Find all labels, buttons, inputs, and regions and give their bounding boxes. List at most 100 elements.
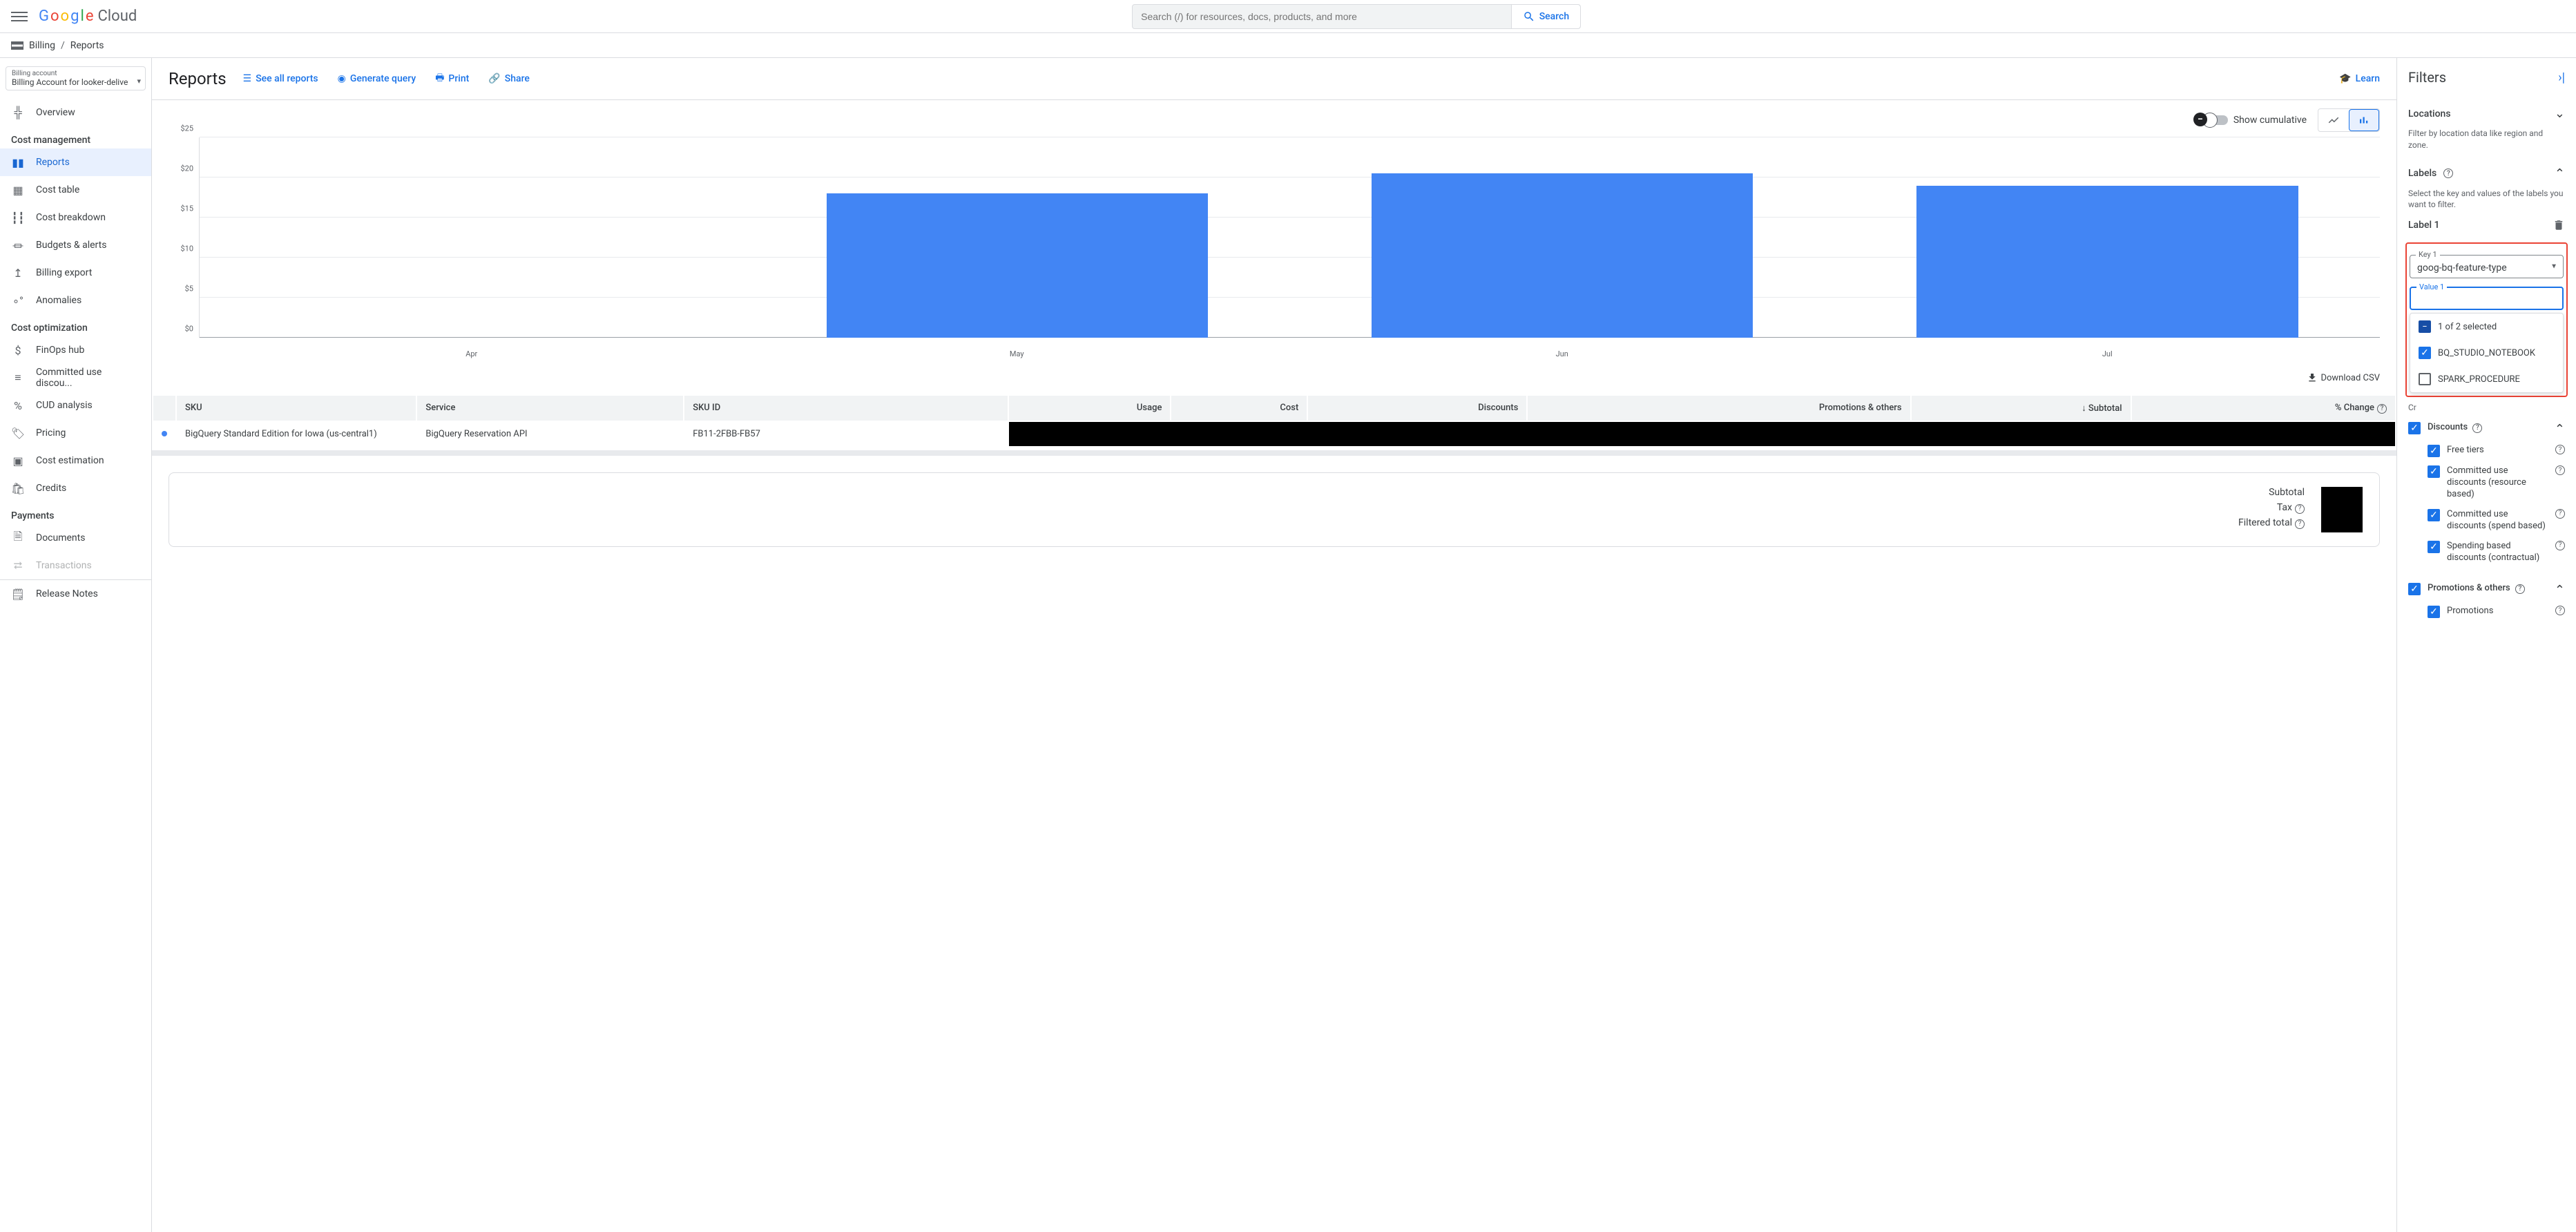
col-sku-id[interactable]: SKU ID (684, 396, 1008, 421)
dropdown-option-spark-procedure[interactable]: SPARK_PROCEDURE (2410, 366, 2563, 392)
col-service[interactable]: Service (417, 396, 683, 421)
subtotal-label: Subtotal (2238, 487, 2305, 502)
help-icon[interactable]: ? (2515, 584, 2525, 594)
collapse-filters-icon[interactable]: ›| (2558, 70, 2565, 85)
delete-label-icon[interactable] (2553, 219, 2565, 231)
value1-dropdown[interactable]: Value 1 (2410, 287, 2564, 310)
print-button[interactable]: 🖶Print (435, 70, 469, 87)
filter-locations: Locations ⌄ Filter by location data like… (2397, 97, 2576, 157)
tag-icon: 🏷 (11, 426, 25, 440)
sidebar-item-reports[interactable]: ▮▮Reports (0, 148, 151, 176)
checkbox-unchecked[interactable] (2419, 373, 2431, 385)
line-chart-button[interactable] (2318, 109, 2349, 131)
see-all-reports-button[interactable]: ☰See all reports (243, 70, 318, 87)
x-tick: Jul (1835, 344, 2381, 358)
dropdown-summary[interactable]: − 1 of 2 selected (2410, 314, 2563, 340)
chart-container: $25 $20 $15 $10 $5 $0 (152, 132, 2396, 369)
locations-desc: Filter by location data like region and … (2408, 128, 2565, 151)
help-icon[interactable]: ? (2555, 541, 2565, 550)
col-change[interactable]: % Change? (2132, 396, 2395, 421)
locations-header[interactable]: Locations ⌄ (2408, 102, 2565, 125)
breadcrumb-reports[interactable]: Reports (70, 40, 104, 51)
spend-contractual-checkbox[interactable]: ✓Spending based discounts (contractual)? (2408, 537, 2565, 568)
chevron-up-icon: ⌃ (2555, 422, 2565, 436)
download-csv-button[interactable]: Download CSV (2307, 372, 2380, 383)
labels-header[interactable]: Labels? ⌃ (2408, 162, 2565, 185)
help-icon[interactable]: ? (2555, 509, 2565, 519)
help-icon[interactable]: ? (2377, 404, 2387, 414)
scrollbar-horizontal[interactable] (152, 450, 2396, 456)
sidebar-section-cost-opt: Cost optimization (0, 314, 151, 336)
cud-spend-checkbox[interactable]: ✓Committed use discounts (spend based)? (2408, 505, 2565, 537)
search-button[interactable]: Search (1511, 5, 1580, 28)
breadcrumb-billing[interactable]: Billing (29, 40, 55, 51)
billing-icon (11, 41, 23, 50)
generate-query-button[interactable]: ◉Generate query (338, 70, 416, 87)
sidebar-item-label: Pricing (36, 427, 66, 439)
billing-account-selector[interactable]: Billing account Billing Account for look… (6, 66, 146, 90)
sidebar-item-finops[interactable]: $FinOps hub (0, 336, 151, 364)
col-cost[interactable]: Cost (1171, 396, 1307, 421)
google-cloud-logo[interactable]: GoogleCloud (39, 8, 137, 25)
checkbox-checked[interactable]: ✓ (2408, 583, 2421, 595)
bar[interactable] (827, 193, 1208, 338)
sidebar-item-documents[interactable]: 🗎Documents (0, 524, 151, 552)
help-icon[interactable]: ? (2295, 519, 2305, 529)
promotions-checkbox[interactable]: ✓Promotions? (2408, 601, 2565, 622)
help-icon[interactable]: ? (2472, 423, 2482, 433)
col-promo[interactable]: Promotions & others (1528, 396, 1910, 421)
bar-chart-button[interactable] (2349, 109, 2379, 131)
help-icon[interactable]: ? (2555, 606, 2565, 615)
top-bar: GoogleCloud Search (0, 0, 2576, 33)
bar[interactable] (1916, 186, 2298, 338)
key1-dropdown[interactable]: Key 1 goog-bq-feature-type ▼ (2410, 255, 2564, 278)
share-label: Share (505, 73, 530, 84)
help-icon[interactable]: ? (2555, 465, 2565, 475)
sidebar-item-cud-analysis[interactable]: %CUD analysis (0, 392, 151, 419)
checkbox-indeterminate[interactable]: − (2419, 320, 2431, 333)
account-selector-value: Billing Account for looker-delive (12, 77, 140, 87)
free-tiers-checkbox[interactable]: ✓Free tiers? (2408, 441, 2565, 461)
table-row[interactable]: BigQuery Standard Edition for Iowa (us-c… (153, 422, 2395, 446)
sidebar-item-label: Cost table (36, 184, 79, 195)
print-label: Print (448, 73, 469, 84)
sidebar-item-overview[interactable]: ╬Overview (0, 99, 151, 126)
promotions-header[interactable]: ✓ Promotions & others ? ⌃ (2408, 579, 2565, 601)
sidebar-item-cost-estimation[interactable]: ▣Cost estimation (0, 447, 151, 474)
checkbox-checked[interactable]: ✓ (2419, 347, 2431, 359)
anomalies-icon: ∘° (11, 293, 25, 307)
menu-icon[interactable] (11, 8, 28, 25)
dropdown-option-bq-studio-notebook[interactable]: ✓ BQ_STUDIO_NOTEBOOK (2410, 340, 2563, 366)
sidebar-item-cost-table[interactable]: ▦Cost table (0, 176, 151, 204)
sidebar-item-credits[interactable]: 🛍Credits (0, 474, 151, 502)
search-input[interactable] (1133, 5, 1511, 28)
breakdown-icon: ┇┇ (11, 211, 25, 224)
help-icon[interactable]: ? (2443, 169, 2453, 178)
sidebar-item-billing-export[interactable]: ↥Billing export (0, 259, 151, 287)
col-sku[interactable]: SKU (177, 396, 416, 421)
help-icon[interactable]: ? (2555, 445, 2565, 454)
share-button[interactable]: 🔗Share (488, 70, 530, 87)
col-discounts[interactable]: Discounts (1308, 396, 1526, 421)
help-icon[interactable]: ? (2295, 504, 2305, 514)
col-subtotal[interactable]: ↓ Subtotal (1912, 396, 2131, 421)
discounts-header[interactable]: ✓ Discounts ? ⌃ (2408, 418, 2565, 441)
bar[interactable] (1372, 173, 1753, 338)
key1-label: Key 1 (2416, 250, 2440, 259)
cud-resource-checkbox[interactable]: ✓Committed use discounts (resource based… (2408, 461, 2565, 505)
dropdown-option-label: SPARK_PROCEDURE (2438, 374, 2520, 385)
sidebar-item-budgets[interactable]: ⏛Budgets & alerts (0, 231, 151, 259)
sidebar-item-transactions[interactable]: ⮂Transactions (0, 552, 151, 579)
sidebar: Billing account Billing Account for look… (0, 58, 152, 1232)
sidebar-item-cost-breakdown[interactable]: ┇┇Cost breakdown (0, 204, 151, 231)
sidebar-item-pricing[interactable]: 🏷 Pricing (0, 419, 151, 447)
sidebar-item-cud[interactable]: ≡Committed use discou... (0, 364, 151, 392)
sidebar-item-release-notes[interactable]: 🗒Release Notes (0, 580, 151, 608)
sidebar-item-label: Overview (36, 107, 75, 118)
dropdown-arrow-icon: ▼ (2550, 263, 2557, 271)
sidebar-item-anomalies[interactable]: ∘°Anomalies (0, 287, 151, 314)
checkbox-checked[interactable]: ✓ (2408, 422, 2421, 434)
cumulative-toggle[interactable]: − (2204, 115, 2228, 125)
learn-button[interactable]: 🎓Learn (2339, 73, 2380, 84)
col-usage[interactable]: Usage (1009, 396, 1170, 421)
